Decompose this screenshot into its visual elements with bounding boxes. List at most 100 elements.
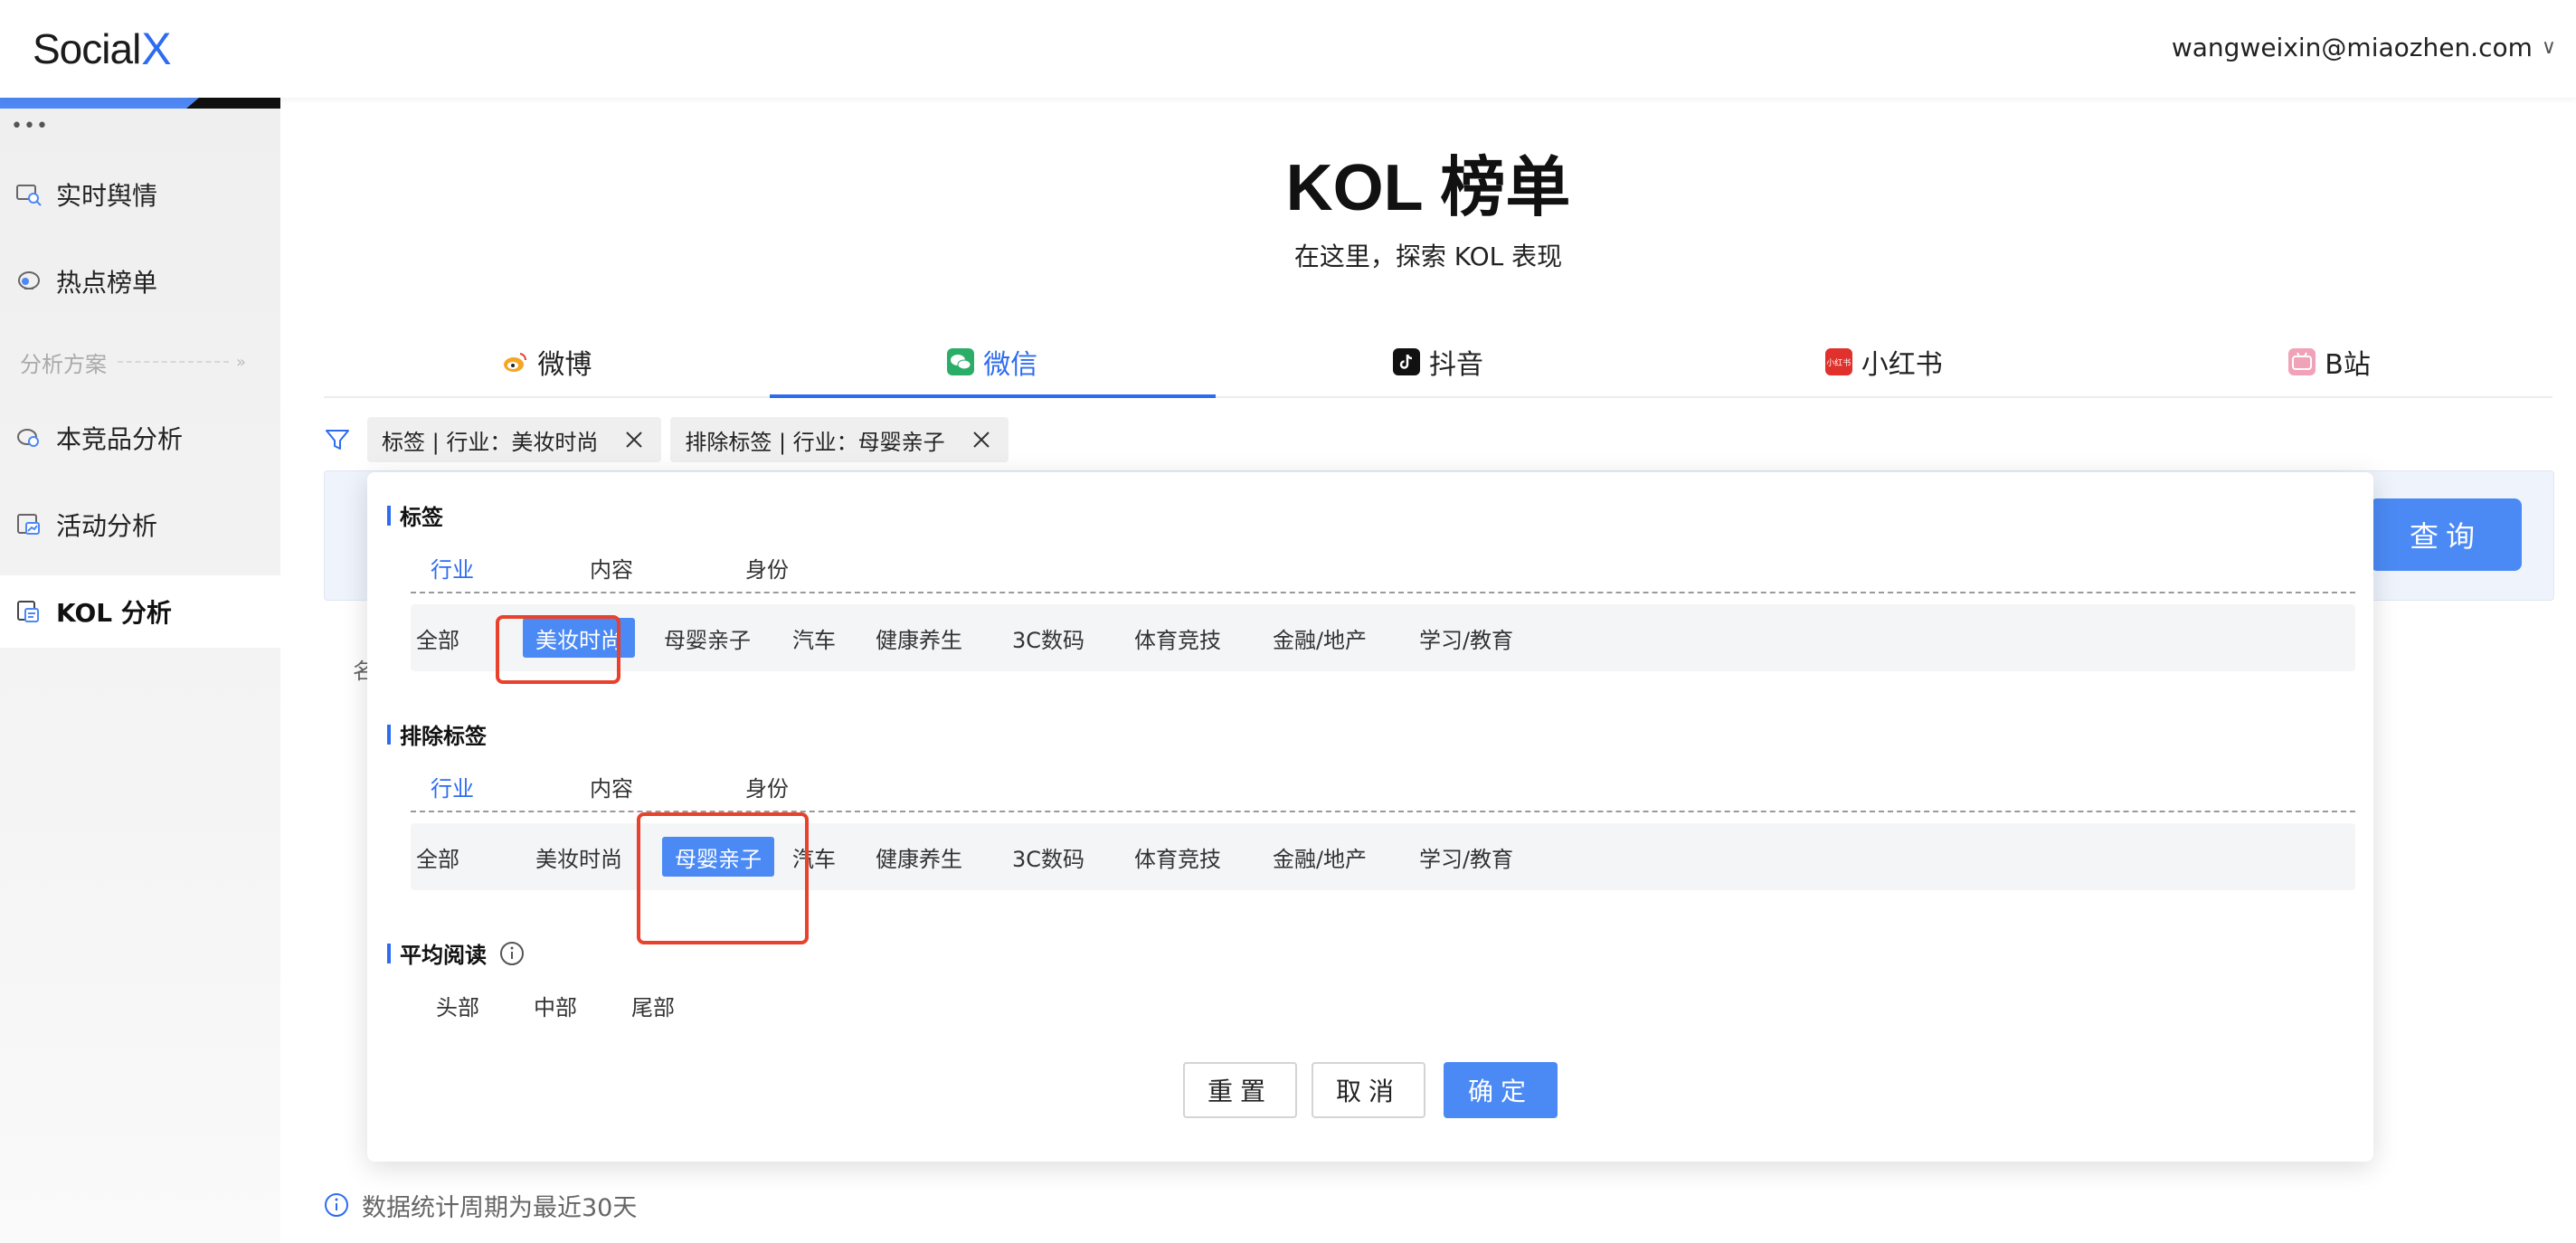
option-mother-baby[interactable]: 母婴亲子 — [662, 837, 774, 877]
subtab-content[interactable]: 内容 — [590, 771, 633, 802]
more-dots-icon[interactable]: ••• — [11, 117, 49, 137]
close-icon[interactable] — [971, 429, 992, 451]
option-middle[interactable]: 中部 — [534, 990, 577, 1021]
cancel-button[interactable]: 取消 — [1312, 1062, 1425, 1118]
option-education[interactable]: 学习/教育 — [1416, 604, 1516, 671]
section-marker — [387, 505, 391, 526]
user-email: wangweixin@miaozhen.com — [2171, 32, 2533, 62]
option-all[interactable]: 全部 — [411, 823, 465, 890]
sidebar-item-label: KOL 分析 — [56, 598, 172, 628]
user-menu[interactable]: wangweixin@miaozhen.com ∨ — [2172, 27, 2556, 67]
option-auto[interactable]: 汽车 — [787, 604, 841, 671]
option-tail[interactable]: 尾部 — [631, 990, 675, 1021]
section-label: 分析方案 — [20, 351, 107, 377]
avg-read-options: 头部 中部 尾部 — [411, 990, 772, 1026]
tab-wechat[interactable]: 微信 — [769, 327, 1216, 398]
filter-icon[interactable] — [324, 426, 351, 453]
sidebar: ••• 实时舆情 热点榜单 分析方案 » 本竞品分析 活动分析 KOL 分析 — [0, 98, 280, 1243]
option-auto[interactable]: 汽车 — [787, 823, 841, 890]
option-finance-realestate[interactable]: 金融/地产 — [1270, 604, 1369, 671]
top-header: Social X wangweixin@miaozhen.com ∨ — [0, 0, 2576, 98]
section-title-text: 标签 — [400, 505, 443, 530]
socialx-logo[interactable]: Social X — [33, 20, 172, 78]
tab-label: 抖音 — [1428, 349, 1483, 381]
section-title-avg-read: 平均阅读 — [387, 937, 525, 969]
filter-chip-exclude-tag[interactable]: 排除标签 | 行业：母婴亲子 — [670, 417, 1009, 462]
section-title-exclude-tags: 排除标签 — [387, 718, 487, 750]
option-mother-baby[interactable]: 母婴亲子 — [662, 604, 753, 671]
logo-text: Social — [33, 25, 141, 72]
info-icon — [325, 1193, 348, 1217]
sidebar-item-label: 活动分析 — [56, 511, 158, 541]
monitor-search-icon — [14, 180, 43, 209]
kol-icon — [14, 597, 43, 626]
tab-weibo[interactable]: 微博 — [324, 327, 770, 396]
sidebar-item-campaign-analysis[interactable]: 活动分析 — [0, 489, 280, 561]
subtab-industry[interactable]: 行业 — [431, 552, 474, 584]
option-beauty-fashion[interactable]: 美妆时尚 — [523, 618, 635, 658]
section-marker — [387, 724, 391, 745]
option-sports[interactable]: 体育竞技 — [1132, 604, 1223, 671]
query-button[interactable]: 查询 — [2370, 498, 2522, 571]
tab-label: 微博 — [537, 349, 592, 381]
chevron-collapse-icon: » — [235, 352, 246, 372]
tab-bilibili[interactable]: B站 — [2107, 327, 2552, 396]
sidebar-item-label: 本竞品分析 — [56, 424, 184, 454]
sidebar-item-kol-analysis[interactable]: KOL 分析 — [0, 575, 280, 648]
sidebar-section-header[interactable]: 分析方案 » — [20, 347, 246, 377]
section-title-text: 平均阅读 — [400, 943, 487, 968]
option-head[interactable]: 头部 — [436, 990, 479, 1021]
xiaohongshu-icon: 小红书 — [1824, 348, 1852, 375]
close-icon[interactable] — [623, 429, 645, 451]
subtab-industry[interactable]: 行业 — [431, 771, 474, 802]
sidebar-item-realtime-sentiment[interactable]: 实时舆情 — [0, 158, 280, 231]
tag-filter-popover: 标签 行业 内容 身份 全部 美妆时尚 母婴亲子 汽车 健康养生 3C数码 体育… — [367, 472, 2373, 1162]
tab-douyin[interactable]: 抖音 — [1216, 327, 1662, 396]
subtab-content[interactable]: 内容 — [590, 552, 633, 584]
logo-accent: X — [141, 24, 172, 74]
filter-chip-label: 排除标签 | 行业：母婴亲子 — [685, 429, 945, 455]
option-education[interactable]: 学习/教育 — [1416, 823, 1516, 890]
option-3c-digital[interactable]: 3C数码 — [1008, 604, 1089, 671]
sidebar-item-hot-list[interactable]: 热点榜单 — [0, 245, 280, 318]
option-all[interactable]: 全部 — [411, 604, 465, 671]
section-marker — [387, 943, 391, 963]
option-health[interactable]: 健康养生 — [874, 823, 964, 890]
tab-label: 小红书 — [1861, 349, 1943, 381]
data-period-note: 数据统计周期为最近30天 — [324, 1189, 638, 1222]
chart-icon — [14, 510, 43, 539]
option-beauty-fashion[interactable]: 美妆时尚 — [523, 823, 635, 890]
subtab-identity[interactable]: 身份 — [745, 771, 789, 802]
sidebar-item-competitor-analysis[interactable]: 本竞品分析 — [0, 402, 280, 474]
active-filters: 标签 | 行业：美妆时尚 排除标签 | 行业：母婴亲子 — [324, 416, 1018, 463]
filter-chip-tag[interactable]: 标签 | 行业：美妆时尚 — [367, 417, 662, 462]
tag-subtabs: 行业 内容 身份 — [411, 552, 2355, 593]
option-finance-realestate[interactable]: 金融/地产 — [1270, 823, 1369, 890]
douyin-icon — [1392, 348, 1420, 375]
chevron-down-icon: ∨ — [2541, 35, 2556, 59]
filter-chip-label: 标签 | 行业：美妆时尚 — [382, 429, 599, 455]
page-subtitle: 在这里，探索 KOL 表现 — [1293, 242, 1563, 271]
sidebar-progress-fill — [0, 98, 199, 109]
footnote-text: 数据统计周期为最近30天 — [362, 1193, 638, 1222]
confirm-button[interactable]: 确定 — [1444, 1062, 1558, 1118]
tab-label: B站 — [2325, 349, 2371, 381]
compare-icon — [14, 423, 43, 452]
trophy-icon — [14, 267, 43, 296]
section-divider — [118, 361, 229, 363]
option-sports[interactable]: 体育竞技 — [1132, 823, 1223, 890]
sidebar-item-label: 热点榜单 — [56, 268, 158, 298]
tag-options-row: 全部 美妆时尚 母婴亲子 汽车 健康养生 3C数码 体育竞技 金融/地产 学习/… — [411, 604, 2355, 671]
reset-button[interactable]: 重置 — [1183, 1062, 1297, 1118]
tab-xiaohongshu[interactable]: 小红书 小红书 — [1661, 327, 2107, 396]
section-title-text: 排除标签 — [400, 724, 487, 749]
subtab-identity[interactable]: 身份 — [745, 552, 789, 584]
option-health[interactable]: 健康养生 — [874, 604, 964, 671]
exclude-options-row: 全部 美妆时尚 母婴亲子 汽车 健康养生 3C数码 体育竞技 金融/地产 学习/… — [411, 823, 2355, 890]
option-3c-digital[interactable]: 3C数码 — [1008, 823, 1089, 890]
sidebar-item-label: 实时舆情 — [56, 181, 158, 211]
platform-tabs: 微博 微信 抖音 小红书 小红书 B站 — [324, 327, 2552, 398]
wechat-icon — [947, 348, 975, 375]
info-icon[interactable] — [499, 941, 525, 966]
weibo-icon — [501, 348, 529, 375]
